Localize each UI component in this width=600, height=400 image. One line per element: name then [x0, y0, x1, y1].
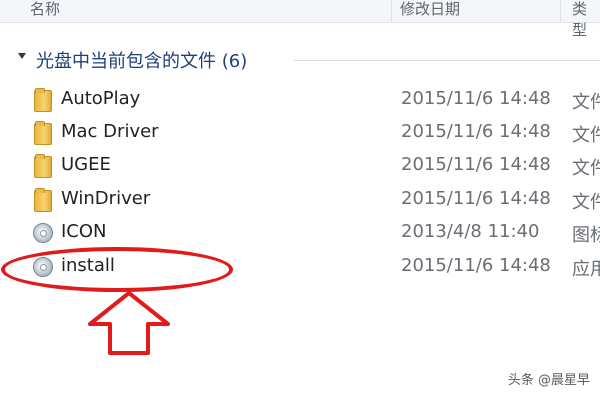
file-type: 文件 — [572, 158, 600, 179]
file-name: AutoPlay — [61, 88, 141, 109]
file-row-ugee[interactable]: UGEE 2015/11/6 14:48 文件 — [0, 151, 600, 181]
column-header: 名称 修改日期 类型 — [0, 0, 600, 39]
file-date: 2015/11/6 14:48 — [401, 88, 551, 109]
file-date: 2015/11/6 14:48 — [401, 154, 551, 175]
file-row-icon[interactable]: ICON 2013/4/8 11:40 图标 — [0, 218, 600, 248]
file-date: 2015/11/6 14:48 — [401, 188, 551, 209]
folder-icon — [31, 154, 55, 178]
file-group-header[interactable]: 光盘中当前包含的文件 (6) — [18, 47, 600, 73]
file-date: 2015/11/6 14:48 — [401, 121, 551, 142]
column-header-date[interactable]: 修改日期 — [400, 0, 460, 19]
watermark: 头条 @晨星早 — [507, 373, 590, 388]
column-divider[interactable] — [391, 0, 392, 22]
column-header-name[interactable]: 名称 — [30, 0, 60, 19]
file-row-autoplay[interactable]: AutoPlay 2015/11/6 14:48 文件 — [0, 85, 600, 115]
file-type: 图标 — [572, 225, 600, 246]
file-type: 文件 — [572, 92, 600, 113]
folder-icon — [31, 121, 55, 145]
collapse-triangle-icon[interactable] — [18, 53, 26, 59]
folder-icon — [31, 88, 55, 112]
group-divider-line — [294, 60, 600, 61]
disc-icon — [31, 221, 55, 245]
folder-icon — [31, 188, 55, 212]
up-arrow-icon — [88, 291, 170, 355]
file-name: UGEE — [61, 154, 111, 175]
file-row-mac-driver[interactable]: Mac Driver 2015/11/6 14:48 文件 — [0, 118, 600, 148]
column-header-type[interactable]: 类型 — [572, 0, 600, 40]
file-name: Mac Driver — [61, 121, 159, 142]
file-name: ICON — [61, 221, 107, 242]
highlight-ellipse — [1, 247, 233, 292]
file-type: 文件 — [572, 125, 600, 146]
file-date: 2013/4/8 11:40 — [401, 221, 540, 242]
file-row-windriver[interactable]: WinDriver 2015/11/6 14:48 文件 — [0, 185, 600, 215]
file-type: 应用 — [572, 259, 600, 280]
file-date: 2015/11/6 14:48 — [401, 255, 551, 276]
file-type: 文件 — [572, 192, 600, 213]
column-divider[interactable] — [560, 0, 561, 22]
file-group-title: 光盘中当前包含的文件 (6) — [36, 51, 248, 72]
file-name: WinDriver — [61, 188, 151, 209]
